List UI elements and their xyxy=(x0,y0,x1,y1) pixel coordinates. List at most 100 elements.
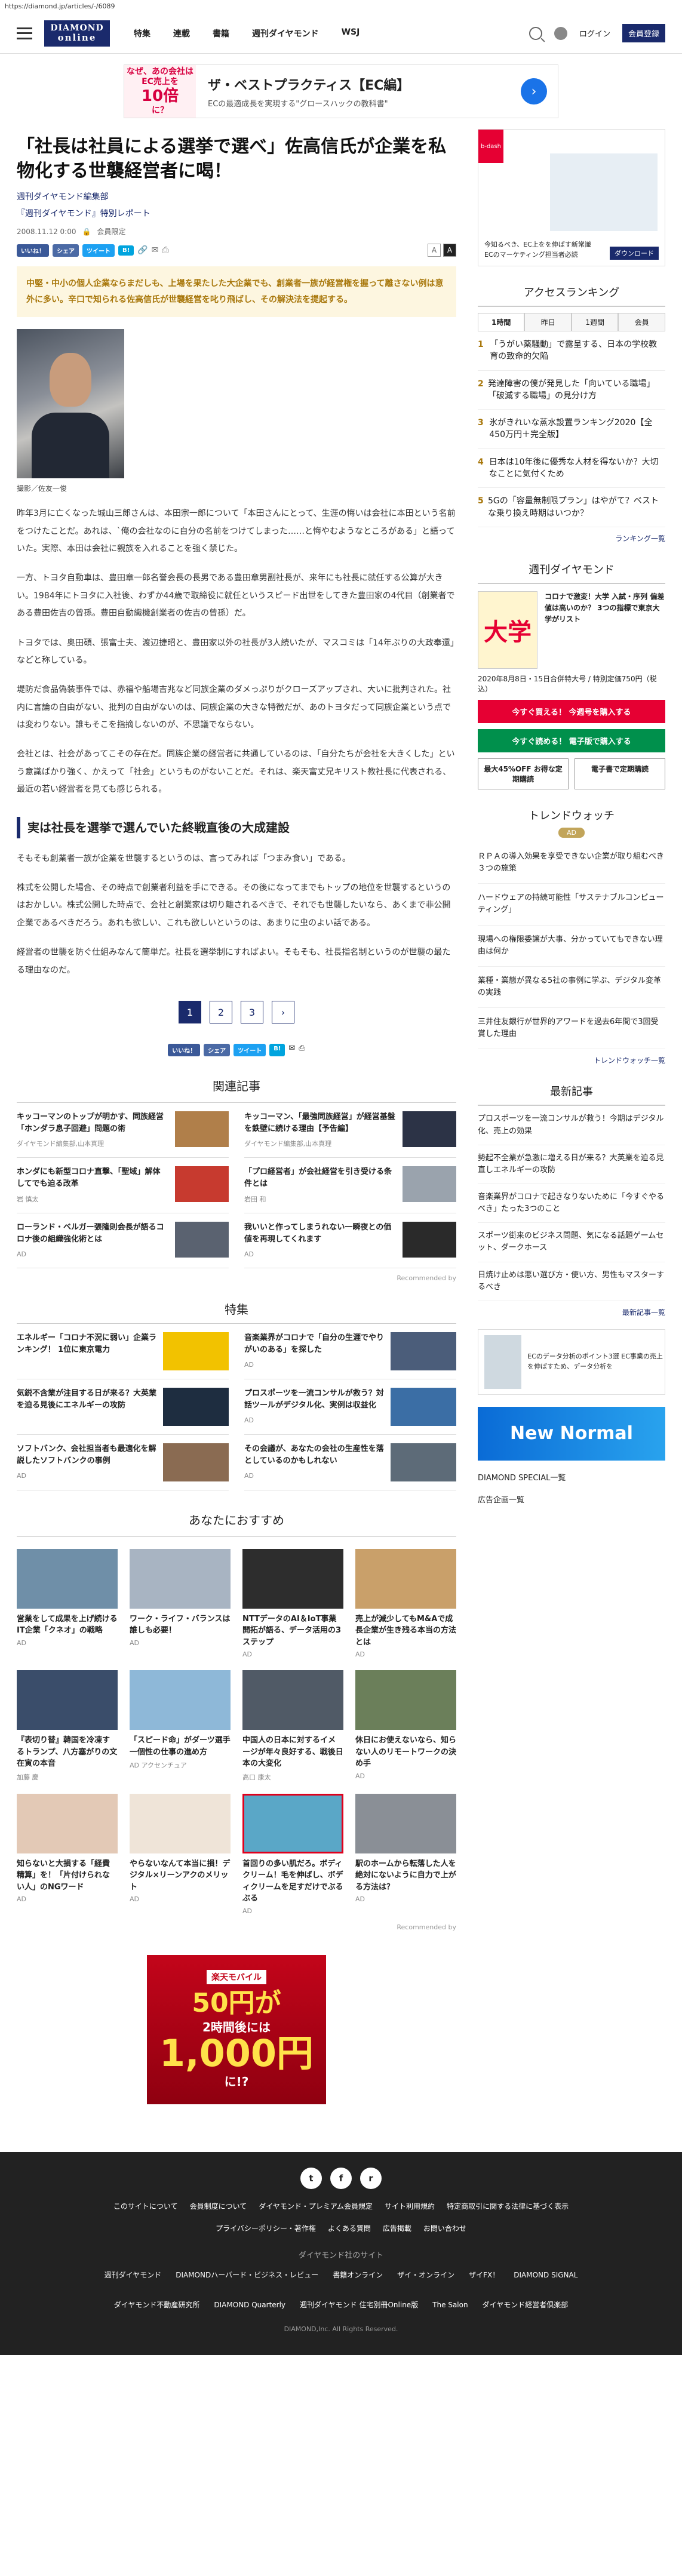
nav-item-tokushu[interactable]: 特集 xyxy=(134,27,150,39)
osusume-card[interactable]: やらないなんて本当に損！デジタル×リーンアクのメリット AD xyxy=(129,1793,231,1915)
osusume-card[interactable]: 営業をして成果を上げ続けるIT企業「クネオ」の戦略 AD xyxy=(17,1548,118,1659)
osusume-card[interactable]: ワーク・ライフ・バランスは誰しも必要！ AD xyxy=(129,1548,231,1659)
newest-item[interactable]: 日焼け止めは悪い選び方・使い方、男性もマスターするべき xyxy=(477,1262,665,1301)
tab-members[interactable]: 会員 xyxy=(618,313,665,331)
digital-subscribe-button[interactable]: 電子書で定期購読 xyxy=(575,758,666,789)
osusume-card[interactable]: 『表切り替』韓国を冷凍するトランプ、八方塞がりの文在寅の本音 加藤 慶 xyxy=(17,1670,118,1782)
trend-item[interactable]: ＲＰＡの導入効果を享受できない企業が取り組むべき３つの施策 xyxy=(477,843,665,884)
download-button[interactable]: ダウンロード xyxy=(610,247,659,260)
facebook-share-button[interactable]: シェア xyxy=(53,244,79,257)
feature-item[interactable]: エネルギー「コロナ不況に弱い」企業ランキング！ 1位に東京電力 xyxy=(17,1324,229,1379)
tab-yesterday[interactable]: 昨日 xyxy=(524,313,572,331)
newest-more-link[interactable]: 最新記事一覧 xyxy=(478,1307,665,1317)
nav-item-rensai[interactable]: 連載 xyxy=(173,27,190,39)
trend-item[interactable]: ハードウェアの持続可能性「サステナブルコンピューティング」 xyxy=(477,884,665,926)
footer-site-link[interactable]: The Salon xyxy=(432,2297,468,2313)
nav-item-shoseki[interactable]: 書籍 xyxy=(213,27,229,39)
twitter-icon[interactable]: t xyxy=(300,2167,322,2189)
newest-item[interactable]: プロスポーツを一流コンサルが救う！今期はデジタル化、売上の効果 xyxy=(477,1106,665,1145)
related-item[interactable]: 我いいと作ってしまうれない一瞬夜との価値を再現してくれます AD xyxy=(244,1213,456,1268)
tweet-button[interactable]: ツイート xyxy=(234,1044,266,1056)
footer-link[interactable]: ダイヤモンド・プレミアム会員規定 xyxy=(259,2201,373,2211)
footer-link[interactable]: プライバシーポリシー・著作権 xyxy=(216,2223,316,2233)
hatena-bookmark-button[interactable]: B! xyxy=(118,245,134,256)
osusume-card[interactable]: NTTデータのAI＆IoT事業開拓が語る、データ活用の3ステップ AD xyxy=(242,1548,343,1658)
font-large-button[interactable]: A xyxy=(443,244,456,257)
ranking-item[interactable]: 4 日本は10年後に優秀な人材を得ないか？大切なことに気付くため xyxy=(477,449,665,488)
tab-1hour[interactable]: 1時間 xyxy=(477,313,525,331)
footer-site-link[interactable]: ザイ・オンライン xyxy=(397,2267,454,2283)
subscribe-button[interactable]: 最大45%OFF お得な定期購読 xyxy=(477,758,569,789)
trend-item[interactable]: 業種・業態が異なる5社の事例に学ぶ、デジタル変革の実践 xyxy=(477,967,665,1009)
footer-site-link[interactable]: DIAMONDハーバード・ビジネス・レビュー xyxy=(176,2267,318,2283)
footer-site-link[interactable]: ザイFX！ xyxy=(469,2267,499,2283)
osusume-card[interactable]: 中国人の日本に対するイメージが年々良好する、戦後日本の大変化 高口 康太 xyxy=(242,1670,343,1782)
buy-digital-button[interactable]: 今すぐ読める！ 電子版で購入する xyxy=(477,728,665,752)
osusume-card[interactable]: 休日にお使えないなら、知らない人のリモートワークの決め手 AD xyxy=(355,1670,456,1782)
osusume-card[interactable]: 知らないと大損する「経費精算」を！「片付けられない人」のNGワード AD xyxy=(17,1793,118,1915)
next-page-button[interactable]: › xyxy=(271,1001,294,1023)
top-banner-ad[interactable]: なぜ、あの会社は EC売上を 10倍 に？ ザ・ベストプラクティス【EC編】 E… xyxy=(124,64,558,118)
related-item[interactable]: 「プロ経営者」が会社経営を引き受ける条件とは 岩田 和 xyxy=(244,1158,456,1213)
feature-item[interactable]: プロスポーツを一流コンサルが救う？対話ツールがデジタル化、実例は収益化 AD xyxy=(244,1379,456,1435)
footer-site-link[interactable]: 週刊ダイヤモンド xyxy=(105,2267,162,2283)
tab-1week[interactable]: 1週間 xyxy=(571,313,619,331)
feature-item[interactable]: その会議が、あなたの会社の生産性を落としているのかもしれない AD xyxy=(244,1435,456,1490)
osusume-card[interactable]: 「スピード命」がダーツ選手一個性の仕事の進め方 AD アクセンチュア xyxy=(129,1670,231,1782)
series-link[interactable]: 週刊ダイヤモンド編集部 xyxy=(17,190,456,202)
url-bar[interactable]: https://diamond.jp/articles/-/6089 xyxy=(0,0,682,13)
print-icon[interactable]: ⎙ xyxy=(299,1044,305,1056)
osusume-card[interactable]: 首回りの多い肌だろ。ボディクリーム！毛を伸ばし、ボディクリームを足すだけでぶるぶ… xyxy=(242,1793,343,1915)
footer-site-link[interactable]: DIAMOND Quarterly xyxy=(214,2297,285,2313)
print-icon[interactable]: ⎙ xyxy=(162,245,168,255)
feature-item[interactable]: ソフトバンク、会社担当者も最適化を解説したソフトバンクの事例 AD xyxy=(17,1435,229,1490)
register-button[interactable]: 会員登録 xyxy=(622,24,665,42)
facebook-icon[interactable]: f xyxy=(330,2167,352,2189)
login-link[interactable]: ログイン xyxy=(579,27,610,39)
ad-list-link[interactable]: 広告企画一覧 xyxy=(478,1493,665,1505)
bottom-rectangle-ad[interactable]: 楽天モバイル 50円が 2時間後には 1,000円 に!? xyxy=(146,1954,326,2104)
related-item[interactable]: ローランド・ベルガー張隆則会長が語るコロナ後の組織強化術とは AD xyxy=(17,1213,229,1268)
footer-link[interactable]: サイト利用規約 xyxy=(385,2201,435,2211)
feature-item[interactable]: 音楽業界がコロナで「自分の生涯でやりがいのある」を探した AD xyxy=(244,1324,456,1379)
site-logo[interactable]: DIAMOND online xyxy=(44,20,110,47)
osusume-card[interactable]: 駅のホームから転落した人を絶対にないように自力で上がる方法は？ AD xyxy=(355,1793,456,1915)
newest-item[interactable]: スポーツ街来のビジネス問題、気になる話題ゲームセット、ダークホース xyxy=(477,1223,665,1262)
sidebar-ad-2[interactable]: ECのデータ分析のポイント3選 EC事業の売上を伸ばすため、データ分析を xyxy=(477,1329,665,1395)
page-3[interactable]: 3 xyxy=(240,1001,263,1023)
facebook-share-button[interactable]: シェア xyxy=(204,1044,231,1056)
footer-site-link[interactable]: 書籍オンライン xyxy=(333,2267,383,2283)
osusume-card[interactable]: 売上が減少してもM&Aで成長企業が生き残る本当の方法とは AD xyxy=(355,1548,456,1658)
trend-item[interactable]: 現場への権限委譲が大事、分かっていてもできない理由は何か xyxy=(477,926,665,967)
series-link-2[interactable]: 『週刊ダイヤモンド』特別レポート xyxy=(17,207,456,219)
footer-link[interactable]: 特定商取引に関する法律に基づく表示 xyxy=(447,2201,569,2211)
page-1[interactable]: 1 xyxy=(178,1001,201,1023)
footer-link[interactable]: このサイトについて xyxy=(113,2201,178,2211)
ranking-more-link[interactable]: ランキング一覧 xyxy=(478,533,665,543)
footer-link[interactable]: 会員制度について xyxy=(190,2201,247,2211)
trend-more-link[interactable]: トレンドウォッチ一覧 xyxy=(478,1055,665,1065)
feature-item[interactable]: 気鋭不含業が注目する日が来る？大英業を迫る見後にエネルギーの攻防 xyxy=(17,1379,229,1435)
chevron-right-icon[interactable]: › xyxy=(521,78,547,104)
footer-site-link[interactable]: ダイヤモンド不動産研究所 xyxy=(114,2297,200,2313)
footer-link[interactable]: お問い合わせ xyxy=(423,2223,466,2233)
footer-site-link[interactable]: DIAMOND SIGNAL xyxy=(514,2267,577,2283)
mail-icon[interactable]: ✉ xyxy=(152,245,159,255)
nav-item-weekly[interactable]: 週刊ダイヤモンド xyxy=(252,27,319,39)
magazine-cover[interactable]: 大学 xyxy=(477,591,537,669)
newest-item[interactable]: 勢起不全業が急激に増える日が来る？大英業を迫る見直しエネルギーの攻防 xyxy=(477,1145,665,1184)
related-item[interactable]: キッコーマン、「最強同族経営」が経営基盤を鉄壁に続ける理由【予告編】 ダイヤモンド… xyxy=(244,1103,456,1158)
facebook-like-button[interactable]: いいね！ xyxy=(17,244,49,257)
facebook-like-button[interactable]: いいね！ xyxy=(168,1044,201,1056)
tweet-button[interactable]: ツイート xyxy=(82,244,115,257)
ranking-item[interactable]: 5 5Gの「容量無制限プラン」はやがて？ベストな乗り換え時期はいつか？ xyxy=(477,488,665,527)
footer-site-link[interactable]: 週刊ダイヤモンド 住宅別冊Online版 xyxy=(300,2297,418,2313)
font-small-button[interactable]: A xyxy=(427,244,441,257)
related-item[interactable]: ホンダにも新型コロナ直撃、「聖域」解体してでも迫る改革岩 慎太 xyxy=(17,1158,229,1213)
page-2[interactable]: 2 xyxy=(209,1001,232,1023)
user-icon[interactable] xyxy=(554,26,567,40)
buy-issue-button[interactable]: 今すぐ買える！ 今週号を購入する xyxy=(477,699,665,723)
hatena-bookmark-button[interactable]: B! xyxy=(269,1044,285,1056)
diamond-special-link[interactable]: DIAMOND SPECIAL一覧 xyxy=(478,1471,665,1483)
rss-icon[interactable]: r xyxy=(360,2167,382,2189)
